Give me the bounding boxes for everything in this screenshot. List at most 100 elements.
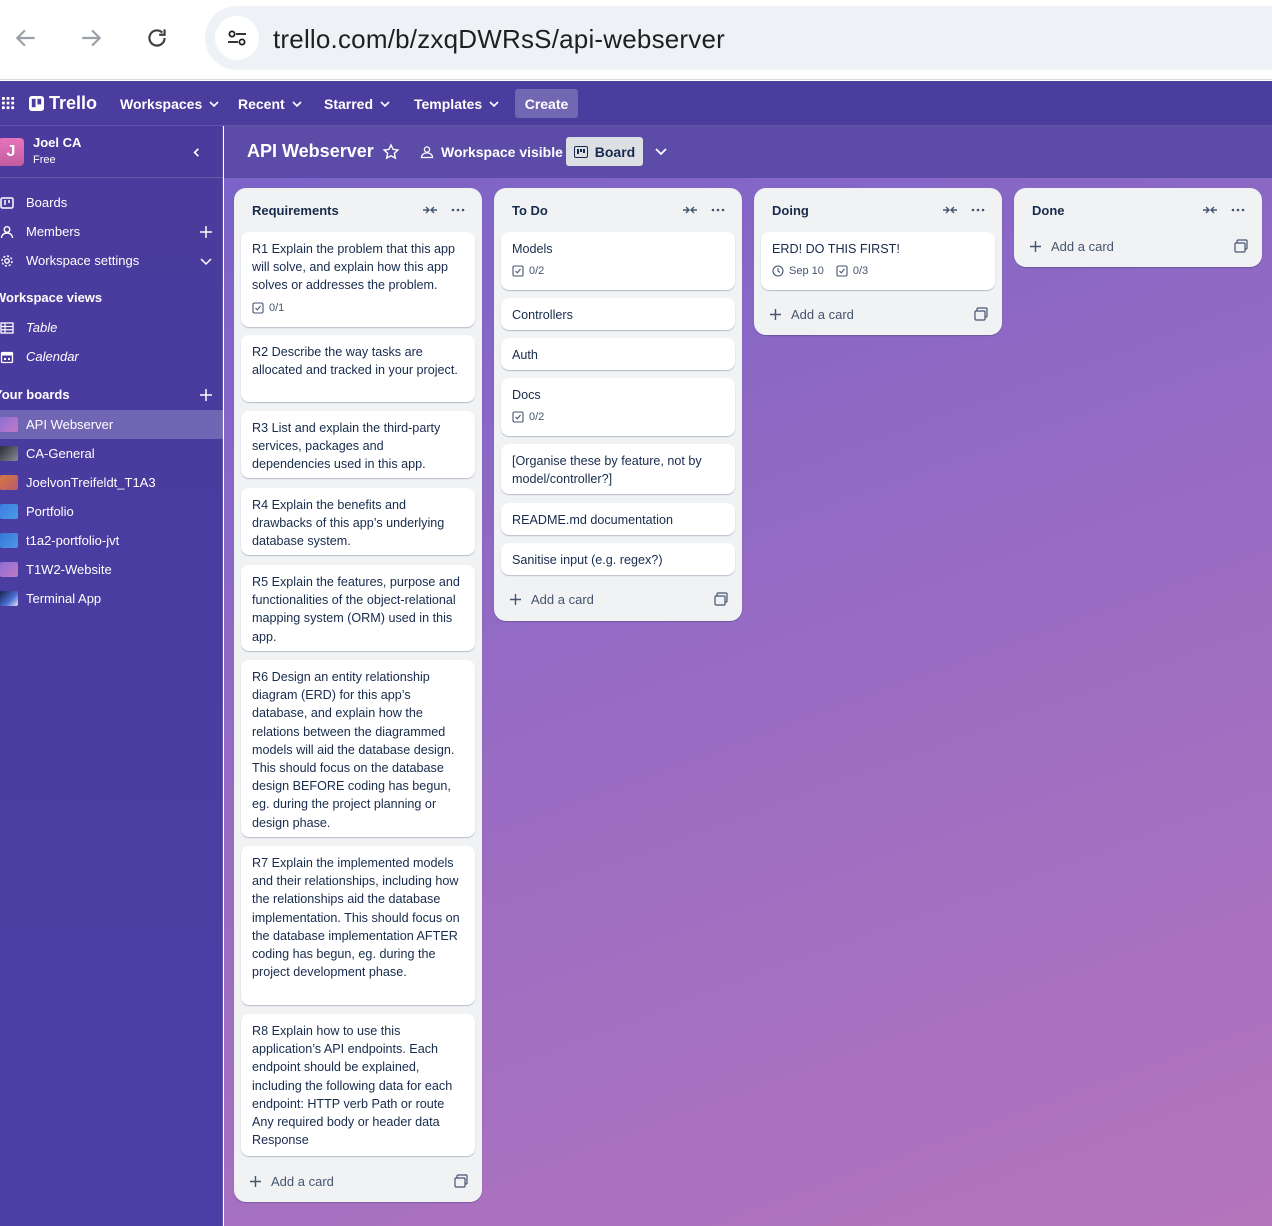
starred-menu[interactable]: Starred	[324, 81, 391, 126]
card[interactable]: R1 Explain the problem that this app wil…	[241, 232, 475, 327]
card[interactable]: R6 Design an entity relationship diagram…	[241, 660, 475, 837]
board-view-button[interactable]: Board	[566, 137, 643, 166]
card[interactable]: R7 Explain the implemented models and th…	[241, 846, 475, 1005]
workspace-name[interactable]: Joel CA	[33, 135, 81, 150]
app-switcher-button[interactable]	[2, 81, 15, 126]
board-header: API Webserver Workspace visible Board	[224, 126, 1272, 178]
more-icon[interactable]	[970, 203, 986, 217]
card[interactable]: [Organise these by feature, not by model…	[501, 444, 735, 494]
sidebar-board-t1w2-website[interactable]: T1W2-Website	[0, 555, 223, 584]
starred-label: Starred	[324, 95, 374, 112]
card-template-icon[interactable]	[454, 1174, 468, 1188]
list-title[interactable]: Requirements	[252, 203, 339, 218]
card-badges: 0/1	[252, 300, 464, 316]
list-doing: Doing ERD! DO THIS FIRST! Sep 10 0/3 Add…	[754, 188, 1002, 335]
list-header: To Do	[494, 188, 742, 232]
board-thumbnail	[0, 446, 18, 461]
card[interactable]: Auth	[501, 338, 735, 370]
due-date-badge[interactable]: Sep 10	[772, 262, 824, 280]
list-title[interactable]: Doing	[772, 203, 809, 218]
card[interactable]: R3 List and explain the third-party serv…	[241, 411, 475, 478]
create-button[interactable]: Create	[515, 89, 578, 118]
your-boards-heading: Your boards	[0, 387, 70, 402]
sidebar-board-ca-general[interactable]: CA-General	[0, 439, 223, 468]
recent-label: Recent	[238, 95, 285, 112]
workspaces-menu[interactable]: Workspaces	[120, 81, 220, 126]
sidebar-board-label: API Webserver	[26, 417, 114, 432]
card[interactable]: Controllers	[501, 298, 735, 330]
list-title[interactable]: To Do	[512, 203, 548, 218]
site-info-button[interactable]	[215, 16, 259, 60]
card-template-icon[interactable]	[1234, 239, 1248, 253]
collapse-list-icon[interactable]	[422, 203, 438, 217]
sidebar-item-label: Workspace settings	[26, 253, 140, 268]
trello-logo-icon	[29, 96, 44, 111]
visibility-button[interactable]: Workspace visible	[420, 141, 563, 163]
collapse-list-icon[interactable]	[942, 203, 958, 217]
sidebar-board-label: t1a2-portfolio-jvt	[26, 533, 120, 548]
trello-logo[interactable]: Trello	[29, 81, 97, 126]
back-button[interactable]	[6, 18, 46, 58]
sidebar-board-api-webserver[interactable]: API Webserver	[0, 410, 223, 439]
more-icon[interactable]	[1230, 203, 1246, 217]
add-card-button[interactable]: Add a card	[1029, 236, 1114, 256]
add-card-button[interactable]: Add a card	[249, 1171, 334, 1191]
recent-menu[interactable]: Recent	[238, 81, 303, 126]
board-thumbnail	[0, 417, 18, 432]
reload-button[interactable]	[137, 18, 177, 58]
sidebar-board-label: Portfolio	[26, 504, 74, 519]
more-icon[interactable]	[710, 203, 726, 217]
sidebar-board-joelvontreifeldt-t1a3[interactable]: JoelvonTreifeldt_T1A3	[0, 468, 223, 497]
star-icon[interactable]	[382, 143, 400, 161]
sidebar-item-members[interactable]: Members	[0, 217, 223, 246]
list-header: Done	[1014, 188, 1262, 232]
board-title[interactable]: API Webserver	[247, 141, 374, 162]
sidebar-item-boards[interactable]: Boards	[0, 188, 223, 217]
sidebar-item-calendar[interactable]: Calendar	[0, 342, 223, 371]
templates-menu[interactable]: Templates	[414, 81, 500, 126]
card[interactable]: ERD! DO THIS FIRST! Sep 10 0/3	[761, 232, 995, 290]
list-title[interactable]: Done	[1032, 203, 1065, 218]
collapse-list-icon[interactable]	[682, 203, 698, 217]
sidebar-board-portfolio[interactable]: Portfolio	[0, 497, 223, 526]
url-text[interactable]: trello.com/b/zxqDWRsS/api-webserver	[273, 24, 725, 55]
card[interactable]: R2 Describe the way tasks are allocated …	[241, 335, 475, 402]
card-title: R2 Describe the way tasks are allocated …	[252, 345, 458, 378]
card[interactable]: R8 Explain how to use this application’s…	[241, 1014, 475, 1156]
sidebar-board-t1a2-portfolio-jvt[interactable]: t1a2-portfolio-jvt	[0, 526, 223, 555]
workspace-avatar[interactable]: J	[0, 138, 24, 166]
sidebar-item-table[interactable]: Table	[0, 313, 223, 342]
checklist-count: 0/2	[529, 265, 545, 278]
card[interactable]: Models 0/2	[501, 232, 735, 290]
sidebar-board-label: CA-General	[26, 446, 95, 461]
card[interactable]: R4 Explain the benefits and drawbacks of…	[241, 488, 475, 555]
plus-icon	[250, 1175, 261, 1187]
collapse-sidebar-button[interactable]	[186, 142, 206, 162]
templates-label: Templates	[414, 95, 483, 112]
card[interactable]: R5 Explain the features, purpose and fun…	[241, 565, 475, 651]
chevron-down-icon[interactable]	[653, 143, 669, 159]
card[interactable]: README.md documentation	[501, 503, 735, 535]
plus-icon	[1030, 240, 1041, 252]
add-board-plus-icon[interactable]	[198, 387, 214, 403]
grid-icon	[2, 97, 15, 110]
forward-button[interactable]	[71, 18, 111, 58]
more-icon[interactable]	[450, 203, 466, 217]
card[interactable]: Docs 0/2	[501, 378, 735, 436]
list-header: Doing	[754, 188, 1002, 232]
checklist-badge: 0/2	[512, 408, 544, 426]
card-template-icon[interactable]	[714, 592, 728, 606]
sidebar-board-terminal-app[interactable]: Terminal App	[0, 584, 223, 613]
collapse-list-icon[interactable]	[1202, 203, 1218, 217]
sidebar-item-workspace-settings[interactable]: Workspace settings	[0, 246, 223, 275]
add-card-button[interactable]: Add a card	[769, 304, 854, 324]
plus-icon	[770, 308, 781, 320]
card[interactable]: Sanitise input (e.g. regex?)	[501, 543, 735, 575]
board-thumbnail	[0, 533, 18, 548]
plus-icon[interactable]	[198, 224, 214, 240]
board-view-icon	[573, 145, 588, 158]
add-card-button[interactable]: Add a card	[509, 589, 594, 609]
sidebar: J Joel CA Free Boards Members Workspace …	[0, 126, 223, 1226]
card-template-icon[interactable]	[974, 307, 988, 321]
address-bar[interactable]: trello.com/b/zxqDWRsS/api-webserver	[205, 6, 1272, 70]
